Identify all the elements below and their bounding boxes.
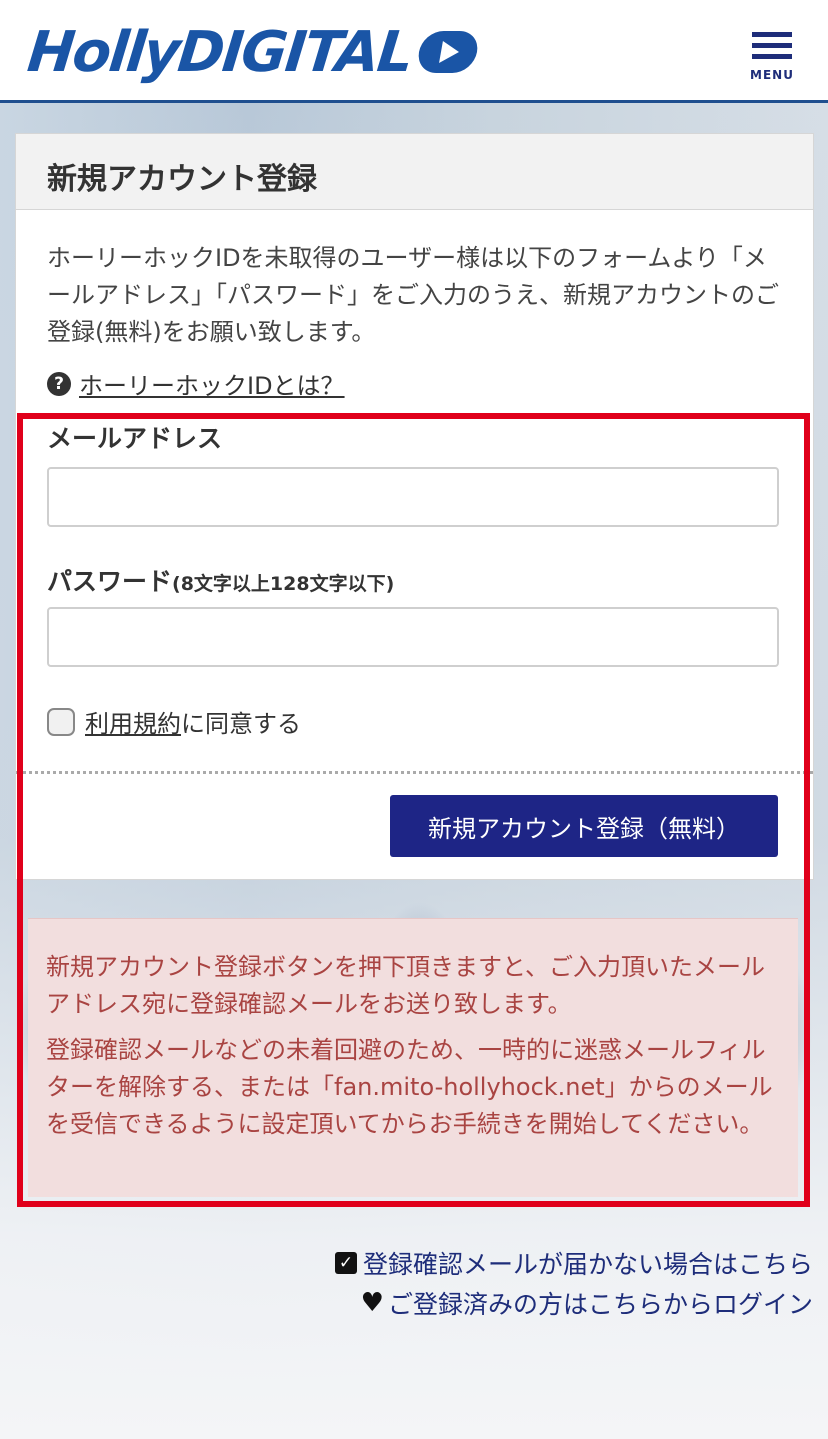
help-row: ? ホーリーホックIDとは？ [47,366,345,401]
terms-checkbox[interactable] [47,707,75,736]
password-label: パスワード [47,567,173,596]
email-field[interactable] [47,467,779,527]
logo[interactable]: HollyDIGITAL [24,19,481,85]
hamburger-icon [752,32,792,37]
menu-label: MENU [750,68,794,82]
login-text: ご登録済みの方はこちらからログイン [387,1290,813,1319]
mail-not-received-link[interactable]: ✓ 登録確認メールが届かない場合はこちら [334,1243,813,1283]
intro-text: ホーリーホックIDを未取得のユーザー様は以下のフォームより「メールアドレス」「パ… [47,244,779,346]
password-field[interactable] [47,607,779,667]
terms-suffix: に同意する [181,710,301,738]
mail-not-received-text: 登録確認メールが届かない場合はこちら [362,1250,813,1279]
email-label: メールアドレス [47,424,223,453]
card-header: 新規アカウント登録 [16,134,813,210]
hollyhock-id-help-link[interactable]: ホーリーホックIDとは？ [79,366,345,401]
terms-agree-row: 利用規約 に同意する [47,704,301,739]
registration-card: 新規アカウント登録 ホーリーホックIDを未取得のユーザー様は以下のフォームより「… [15,133,814,880]
notice-text-2: 登録確認メールなどの未着回避のため、一時的に迷惑メールフィルターを解除する、また… [46,1036,773,1138]
notice-box: 新規アカウント登録ボタンを押下頂きますと、ご入力頂いたメールアドレス宛に登録確認… [28,918,798,1197]
logo-text: HollyDIGITAL [24,19,415,85]
check-square-icon: ✓ [334,1252,357,1274]
question-circle-icon: ? [47,371,71,396]
dotted-divider [16,771,813,774]
password-note: (8文字以上128文字以下) [172,573,395,595]
page-title: 新規アカウント登録 [47,162,317,197]
login-link[interactable]: ♥ ご登録済みの方はこちらからログイン [335,1283,813,1323]
menu-button[interactable]: MENU [748,30,796,86]
password-label-row: パスワード(8文字以上128文字以下) [47,562,394,598]
terms-link[interactable]: 利用規約 [85,704,181,739]
hamburger-bar [752,43,792,48]
notice-text-1: 新規アカウント登録ボタンを押下頂きますと、ご入力頂いたメールアドレス宛に登録確認… [46,953,766,1018]
play-icon [415,31,481,73]
site-header: HollyDIGITAL MENU [0,0,828,103]
hamburger-bar [752,54,792,59]
footer-links: ✓ 登録確認メールが届かない場合はこちら ♥ ご登録済みの方はこちらからログイン [334,1243,813,1323]
register-button[interactable]: 新規アカウント登録（無料） [390,795,778,857]
heart-icon: ♥ [360,1288,384,1318]
